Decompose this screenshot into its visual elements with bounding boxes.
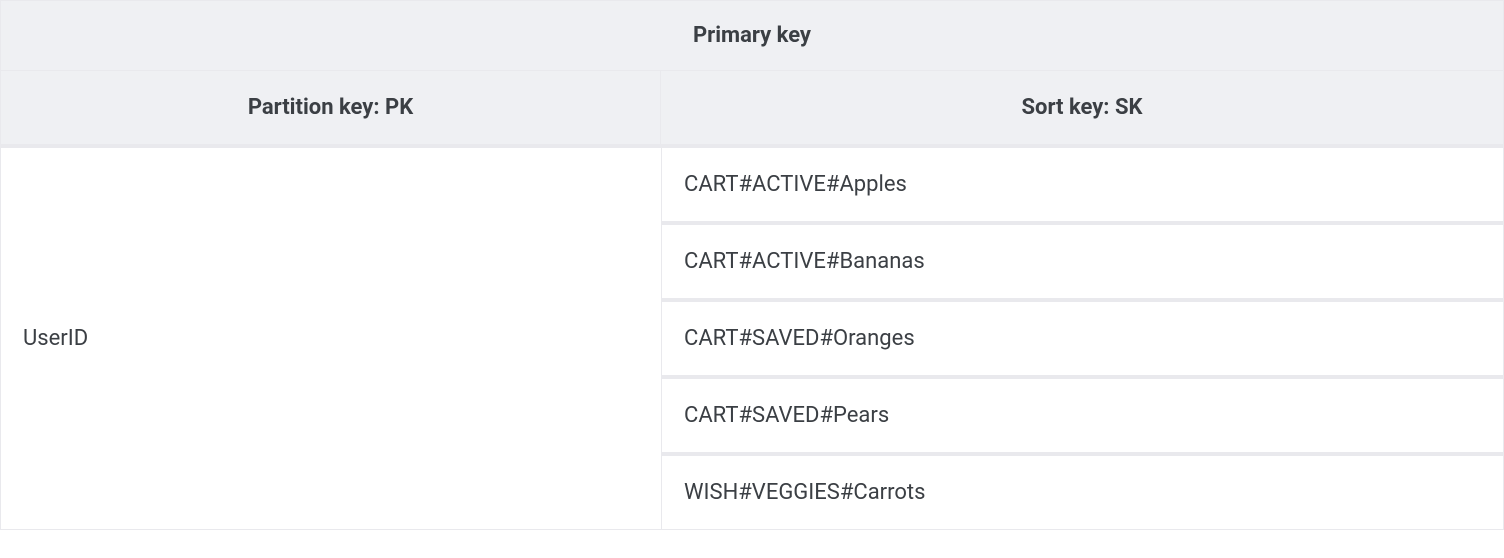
key-schema-table: Primary key Partition key: PK Sort key: … [0, 0, 1504, 530]
sort-key-value: WISH#VEGGIES#Carrots [661, 452, 1503, 529]
sort-key-value: CART#SAVED#Oranges [661, 298, 1503, 375]
key-type-header-row: Partition key: PK Sort key: SK [1, 71, 1503, 144]
sort-key-header: Sort key: SK [661, 71, 1503, 144]
sort-key-value: CART#ACTIVE#Bananas [661, 221, 1503, 298]
partition-key-value: UserID [1, 148, 661, 529]
partition-key-header: Partition key: PK [1, 71, 661, 144]
table-row: UserID CART#ACTIVE#Apples CART#ACTIVE#Ba… [1, 144, 1503, 529]
sort-key-value: CART#ACTIVE#Apples [661, 148, 1503, 221]
primary-key-header: Primary key [1, 1, 1503, 71]
sort-key-column: CART#ACTIVE#Apples CART#ACTIVE#Bananas C… [661, 148, 1503, 529]
sort-key-value: CART#SAVED#Pears [661, 375, 1503, 452]
